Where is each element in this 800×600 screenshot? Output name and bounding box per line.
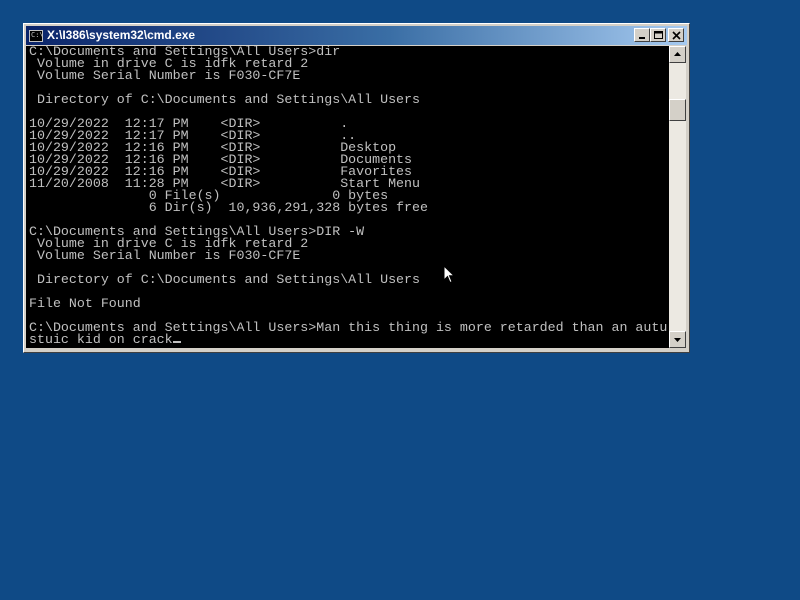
vertical-scrollbar[interactable] [669,46,686,348]
console-line: Volume Serial Number is F030-CF7E [29,248,301,263]
close-button[interactable] [668,28,684,42]
console-input-line[interactable]: stuic kid on crack [29,332,669,347]
cmd-icon-glyph: C:\ [31,30,44,39]
window-title: X:\I386\system32\cmd.exe [47,28,196,42]
console-line: 6 Dir(s) 10,936,291,328 bytes free [29,200,428,215]
console-lines: C:\Documents and Settings\All Users>dir … [26,46,669,346]
cmd-window[interactable]: C:\ X:\I386\system32\cmd.exe C:\Document… [23,23,690,353]
minimize-button[interactable] [634,28,650,42]
console-line: Volume Serial Number is F030-CF7E [29,68,301,83]
arrow-down-icon [674,338,681,342]
maximize-button[interactable] [650,28,666,42]
console-input-text: stuic kid on crack [29,332,173,347]
scroll-up-button[interactable] [669,46,686,63]
console-line: Directory of C:\Documents and Settings\A… [29,272,420,287]
console-line: Directory of C:\Documents and Settings\A… [29,92,420,107]
window-titlebar[interactable]: C:\ X:\I386\system32\cmd.exe [26,26,687,45]
close-icon [672,31,681,40]
scroll-down-button[interactable] [669,331,686,348]
maximize-icon [654,31,663,39]
scrollbar-thumb[interactable] [669,99,686,121]
console-output[interactable]: C:\Documents and Settings\All Users>dir … [26,46,669,348]
minimize-icon [639,37,645,39]
arrow-up-icon [674,52,681,56]
text-cursor [172,341,181,343]
console-line: File Not Found [29,296,141,311]
cmd-icon[interactable]: C:\ [29,29,44,42]
mouse-pointer-icon [443,265,455,284]
caption-buttons [634,28,684,42]
